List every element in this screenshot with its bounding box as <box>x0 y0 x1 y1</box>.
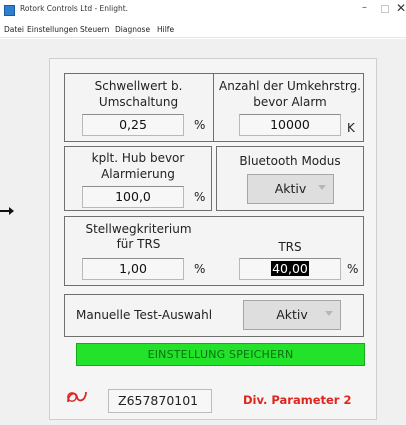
pointer-arrow-icon <box>0 207 14 215</box>
stellweg-input[interactable]: 1,00 <box>82 258 184 280</box>
stellweg-unit: % <box>194 262 206 276</box>
umkehr-label-line2: bevor Alarm <box>253 95 327 109</box>
bluetooth-value: Aktiv <box>274 181 307 196</box>
app-icon <box>4 5 15 16</box>
manuelle-label: Manuelle Test-Auswahl <box>76 308 213 322</box>
menu-einstellungen[interactable]: Einstellungen <box>27 25 78 34</box>
schwellwert-label-line1: Schwellwert b. <box>94 79 183 93</box>
umkehr-unit: K <box>347 121 355 135</box>
trs-input[interactable]: 40,00 <box>239 258 341 280</box>
menu-bar: Datei Einstellungen Steuern Diagnose Hil… <box>0 22 406 38</box>
minimize-button[interactable]: – <box>362 2 367 13</box>
menu-datei[interactable]: Datei <box>4 25 24 34</box>
hub-label-line2: Alarmierung <box>101 167 175 181</box>
save-settings-button[interactable]: EINSTELLUNG SPEICHERN <box>76 343 365 366</box>
schwellwert-label-line2: Umschaltung <box>98 95 179 109</box>
trs-unit: % <box>347 262 359 276</box>
chevron-down-icon <box>318 185 326 190</box>
bluetooth-label: Bluetooth Modus <box>239 154 341 168</box>
div-parameter-title: Div. Parameter 2 <box>243 393 352 407</box>
chevron-down-icon <box>325 311 333 316</box>
menu-hilfe[interactable]: Hilfe <box>157 25 174 34</box>
menu-diagnose[interactable]: Diagnose <box>115 25 150 34</box>
rotork-logo-icon <box>67 391 87 403</box>
hub-label-line1: kplt. Hub bevor <box>91 151 185 165</box>
trs-value: 40,00 <box>271 261 309 276</box>
umkehr-label-line1: Anzahl der Umkehrstrg. <box>219 79 361 93</box>
manuelle-value: Aktiv <box>276 307 308 322</box>
manuelle-dropdown[interactable]: Aktiv <box>243 300 341 330</box>
serial-number-field: Z657870101 <box>108 389 212 413</box>
window-title: Rotork Controls Ltd - Enlight. <box>20 4 129 13</box>
bluetooth-dropdown[interactable]: Aktiv <box>247 174 334 204</box>
hub-input[interactable]: 100,0 <box>82 186 184 208</box>
umkehr-input[interactable]: 10000 <box>239 114 341 136</box>
stellweg-label-line2: für TRS <box>116 237 161 251</box>
hub-unit: % <box>194 190 206 204</box>
divider <box>213 73 214 142</box>
maximize-button[interactable] <box>381 5 389 13</box>
trs-label: TRS <box>278 240 302 254</box>
stellweg-label-line1: Stellwegkriterium <box>85 222 192 236</box>
schwellwert-input[interactable]: 0,25 <box>82 114 184 136</box>
menu-steuern[interactable]: Steuern <box>80 25 109 34</box>
schwellwert-unit: % <box>194 118 206 132</box>
close-button[interactable]: ✕ <box>396 1 406 15</box>
